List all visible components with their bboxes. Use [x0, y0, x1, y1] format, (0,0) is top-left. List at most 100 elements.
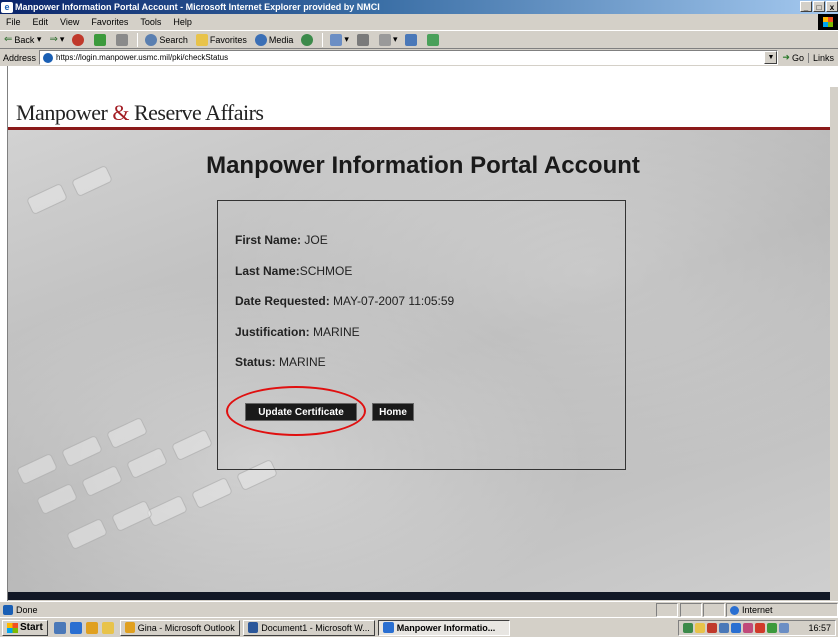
- favorites-button[interactable]: Favorites: [192, 33, 251, 46]
- last-name-label: Last Name:: [235, 264, 300, 278]
- menu-tools[interactable]: Tools: [134, 17, 167, 27]
- desktop-icon[interactable]: [53, 621, 66, 634]
- status-row: Status: MARINE: [235, 355, 326, 369]
- messenger-icon: [427, 33, 440, 46]
- page-footer-band: [8, 592, 838, 600]
- media-icon: [254, 33, 267, 46]
- print-button[interactable]: [353, 33, 375, 46]
- status-cell: [656, 603, 678, 617]
- keyboard-key: [65, 517, 109, 551]
- update-certificate-button[interactable]: Update Certificate: [245, 403, 357, 421]
- home-button[interactable]: Home: [372, 403, 414, 421]
- clock: 16:57: [808, 623, 831, 633]
- home-toolbar-button[interactable]: [112, 33, 134, 46]
- tray-icon[interactable]: [755, 623, 765, 633]
- address-dropdown-icon[interactable]: ▼: [764, 51, 778, 64]
- go-label: Go: [791, 52, 804, 63]
- first-name-value: JOE: [304, 233, 328, 247]
- task-outlook[interactable]: Gina - Microsoft Outlook: [119, 619, 240, 636]
- date-requested-row: Date Requested: MAY-07-2007 11:05:59: [235, 294, 454, 308]
- date-requested-label: Date Requested:: [235, 294, 330, 308]
- discuss-button[interactable]: [401, 33, 423, 46]
- tray-icon[interactable]: [767, 623, 777, 633]
- quick-launch: [53, 621, 114, 634]
- minimize-button[interactable]: _: [800, 1, 812, 12]
- favorites-icon: [195, 33, 208, 46]
- tray-icon[interactable]: [719, 623, 729, 633]
- window-controls: _ □ x: [800, 1, 838, 12]
- windows-logo-icon: [818, 14, 838, 30]
- vertical-scrollbar[interactable]: [830, 87, 838, 600]
- toolbar-separator: [322, 32, 324, 47]
- menu-help[interactable]: Help: [167, 17, 198, 27]
- close-button[interactable]: x: [826, 1, 838, 12]
- go-button[interactable]: ➜ Go: [778, 52, 808, 63]
- tray-icon[interactable]: [707, 623, 717, 633]
- outlook-quicklaunch-icon[interactable]: [85, 621, 98, 634]
- taskbar: Start Gina - Microsoft Outlook Document1…: [0, 617, 838, 637]
- status-text: Done: [16, 604, 38, 615]
- back-button[interactable]: ⇐ Back ▾: [0, 34, 45, 45]
- window-left-edge: [0, 66, 8, 602]
- ie-icon: [382, 622, 394, 633]
- address-label: Address: [3, 52, 37, 63]
- status-value: MARINE: [279, 355, 326, 369]
- maximize-button[interactable]: □: [813, 1, 825, 12]
- brand-manpower: Manpower: [16, 100, 108, 125]
- menu-favorites[interactable]: Favorites: [85, 17, 134, 27]
- justification-row: Justification: MARINE: [235, 325, 360, 339]
- start-button[interactable]: Start: [2, 619, 48, 636]
- address-input[interactable]: https://login.manpower.usmc.mil/pki/chec…: [39, 50, 779, 65]
- page-title: Manpower Information Portal Account: [206, 152, 640, 179]
- task-word-label: Document1 - Microsoft W...: [261, 622, 370, 633]
- status-cell: [703, 603, 725, 617]
- forward-button[interactable]: ⇒ ▾: [45, 34, 68, 45]
- keyboard-key: [125, 446, 169, 480]
- media-label: Media: [268, 34, 294, 45]
- address-bar: Address https://login.manpower.usmc.mil/…: [0, 49, 838, 66]
- last-name-value: SCHMOE: [299, 264, 353, 278]
- tray-icon[interactable]: [731, 623, 741, 633]
- tray-icon[interactable]: [683, 623, 693, 633]
- security-zone: Internet: [726, 603, 838, 617]
- address-url: https://login.manpower.usmc.mil/pki/chec…: [56, 53, 229, 62]
- tray-icon[interactable]: [779, 623, 789, 633]
- refresh-button[interactable]: [90, 33, 112, 46]
- media-button[interactable]: Media: [251, 33, 298, 46]
- keyboard-key: [60, 434, 104, 468]
- tray-icon[interactable]: [695, 623, 705, 633]
- stop-button[interactable]: [68, 33, 90, 46]
- task-word[interactable]: Document1 - Microsoft W...: [242, 619, 375, 636]
- window-title-bar[interactable]: e Manpower Information Portal Account - …: [0, 0, 838, 14]
- word-icon: [247, 622, 259, 633]
- favorites-label: Favorites: [209, 34, 247, 45]
- tray-icon[interactable]: [743, 623, 753, 633]
- edit-button[interactable]: ▾: [375, 33, 402, 46]
- ie-icon: e: [1, 1, 13, 13]
- globe-icon: [730, 605, 739, 615]
- menu-view[interactable]: View: [54, 17, 85, 27]
- search-button[interactable]: Search: [141, 33, 192, 46]
- brand-reserve-affairs: Reserve Affairs: [133, 100, 264, 125]
- ie-quicklaunch-icon[interactable]: [69, 621, 82, 634]
- mail-button[interactable]: ▾: [326, 33, 353, 46]
- refresh-icon: [94, 33, 107, 46]
- menu-bar: File Edit View Favorites Tools Help: [0, 14, 838, 30]
- go-arrow-icon: ➜: [782, 52, 790, 62]
- start-label: Start: [20, 622, 43, 633]
- menu-file[interactable]: File: [0, 17, 27, 27]
- page-top-area: [8, 66, 838, 87]
- keyboard-key: [190, 476, 234, 510]
- account-details-panel: First Name: JOE Last Name:SCHMOE Date Re…: [217, 200, 626, 470]
- task-manpower[interactable]: Manpower Informatio...: [377, 619, 510, 636]
- search-label: Search: [159, 34, 188, 45]
- status-cell: [680, 603, 702, 617]
- task-outlook-label: Gina - Microsoft Outlook: [137, 622, 235, 633]
- history-button[interactable]: [297, 33, 319, 46]
- folder-quicklaunch-icon[interactable]: [101, 621, 114, 634]
- links-button[interactable]: Links: [807, 52, 838, 63]
- messenger-button[interactable]: [423, 33, 445, 46]
- status-label: Status:: [235, 355, 276, 369]
- outlook-icon: [124, 622, 135, 633]
- menu-edit[interactable]: Edit: [27, 17, 55, 27]
